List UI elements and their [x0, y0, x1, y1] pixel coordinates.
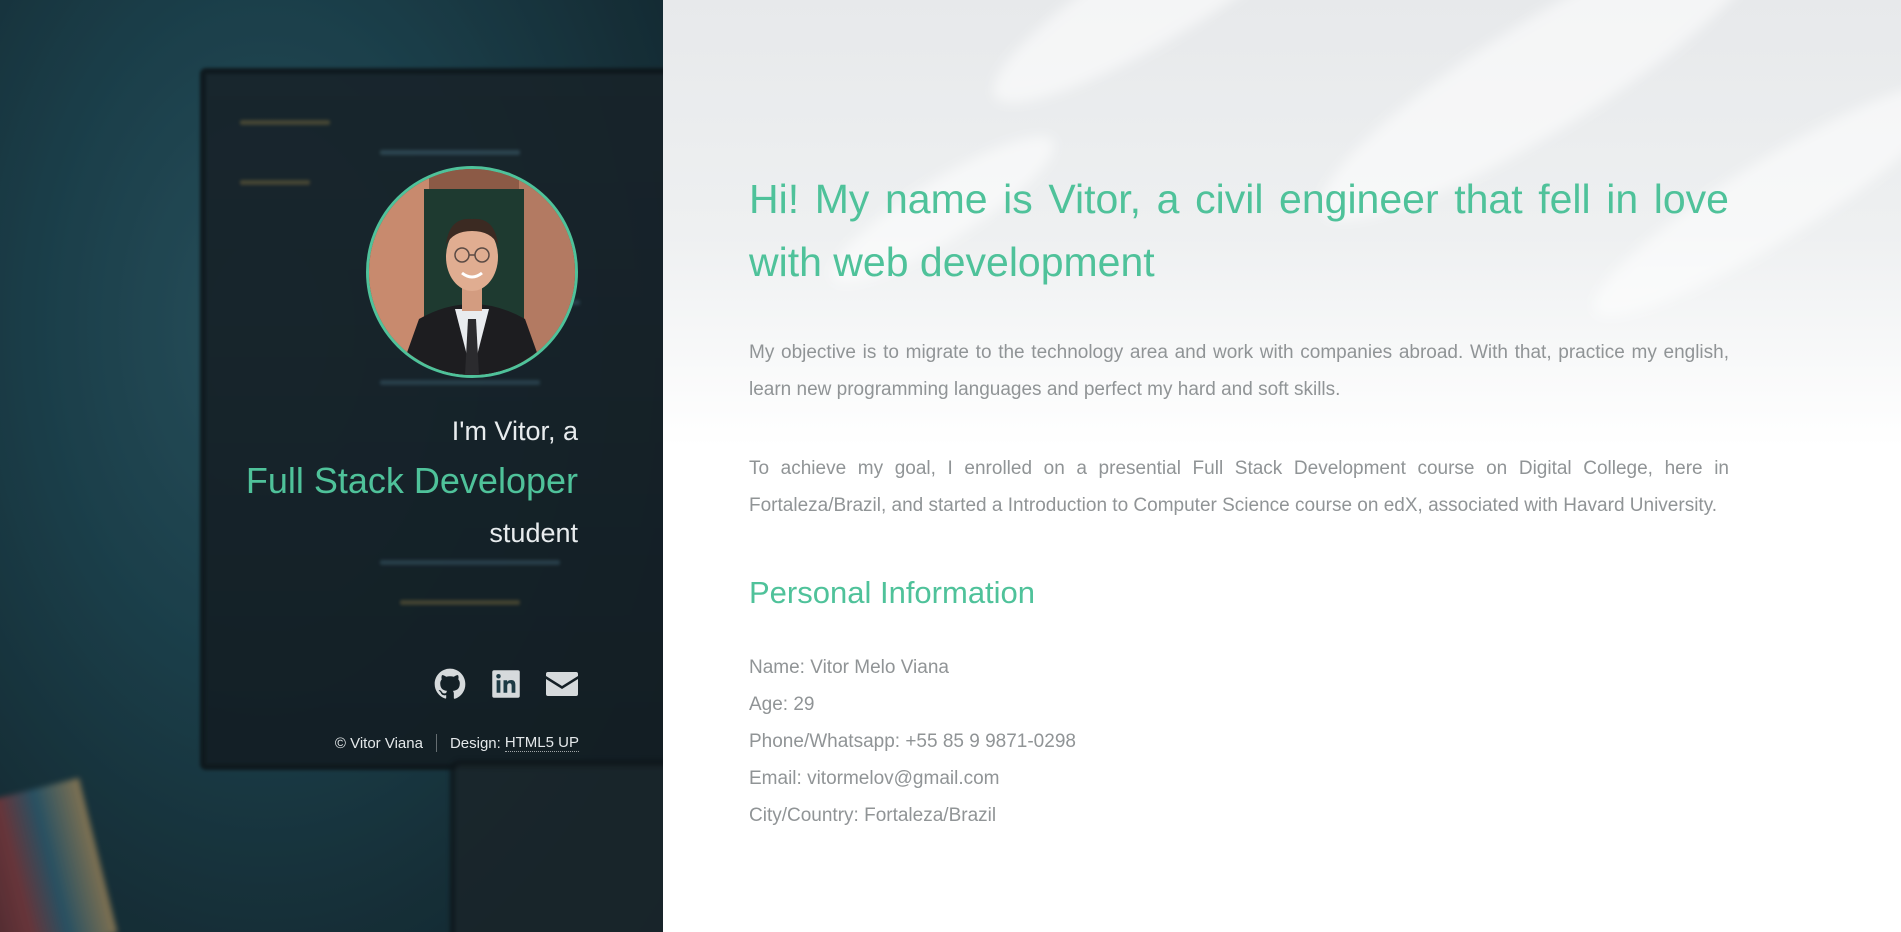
section-title: Personal Information: [749, 575, 1036, 610]
footer: © Vitor Viana Design: HTML5 UP: [335, 734, 579, 752]
github-link[interactable]: [433, 667, 467, 701]
goal-paragraph: To achieve my goal, I enrolled on a pres…: [749, 458, 1729, 516]
student-text: student: [489, 518, 578, 548]
info-phone: Phone/Whatsapp: +55 85 9 9871-0298: [749, 731, 1076, 753]
role-title: Full Stack Developer: [245, 460, 578, 501]
design-label: Design:: [449, 734, 501, 752]
social-links: [433, 667, 579, 701]
intro-text: I'm Vitor, a: [451, 416, 578, 446]
info-city: City/Country: Fortaleza/Brazil: [749, 805, 997, 827]
info-email: Email: vitormelov@gmail.com: [749, 768, 1000, 790]
header-intro: I'm Vitor, a Full Stack Developer studen…: [246, 166, 578, 547]
envelope-icon: [546, 672, 578, 696]
footer-divider: [435, 734, 437, 752]
header-panel: I'm Vitor, a Full Stack Developer studen…: [0, 0, 663, 932]
email-link[interactable]: [545, 667, 579, 701]
main-content: Hi! My name is Vitor, a civil engineer t…: [663, 0, 1901, 932]
info-age: Age: 29: [749, 694, 815, 716]
copyright-text: © Vitor Viana: [334, 734, 423, 752]
linkedin-icon: [492, 670, 520, 698]
page-title: Hi! My name is Vitor, a civil engineer t…: [749, 176, 1729, 285]
avatar-photo: [369, 169, 575, 375]
page: I'm Vitor, a Full Stack Developer studen…: [0, 0, 1901, 932]
objective-paragraph: My objective is to migrate to the techno…: [749, 342, 1729, 400]
personal-info-list: Name: Vitor Melo Viana Age: 29 Phone/Wha…: [749, 649, 1729, 834]
background-texture: [971, 0, 1375, 135]
github-icon: [434, 668, 466, 699]
linkedin-link[interactable]: [489, 667, 523, 701]
info-name: Name: Vitor Melo Viana: [749, 657, 949, 679]
design-credit-link[interactable]: HTML5 UP: [504, 734, 579, 752]
avatar: [366, 166, 578, 378]
about-section: Hi! My name is Vitor, a civil engineer t…: [749, 168, 1729, 834]
